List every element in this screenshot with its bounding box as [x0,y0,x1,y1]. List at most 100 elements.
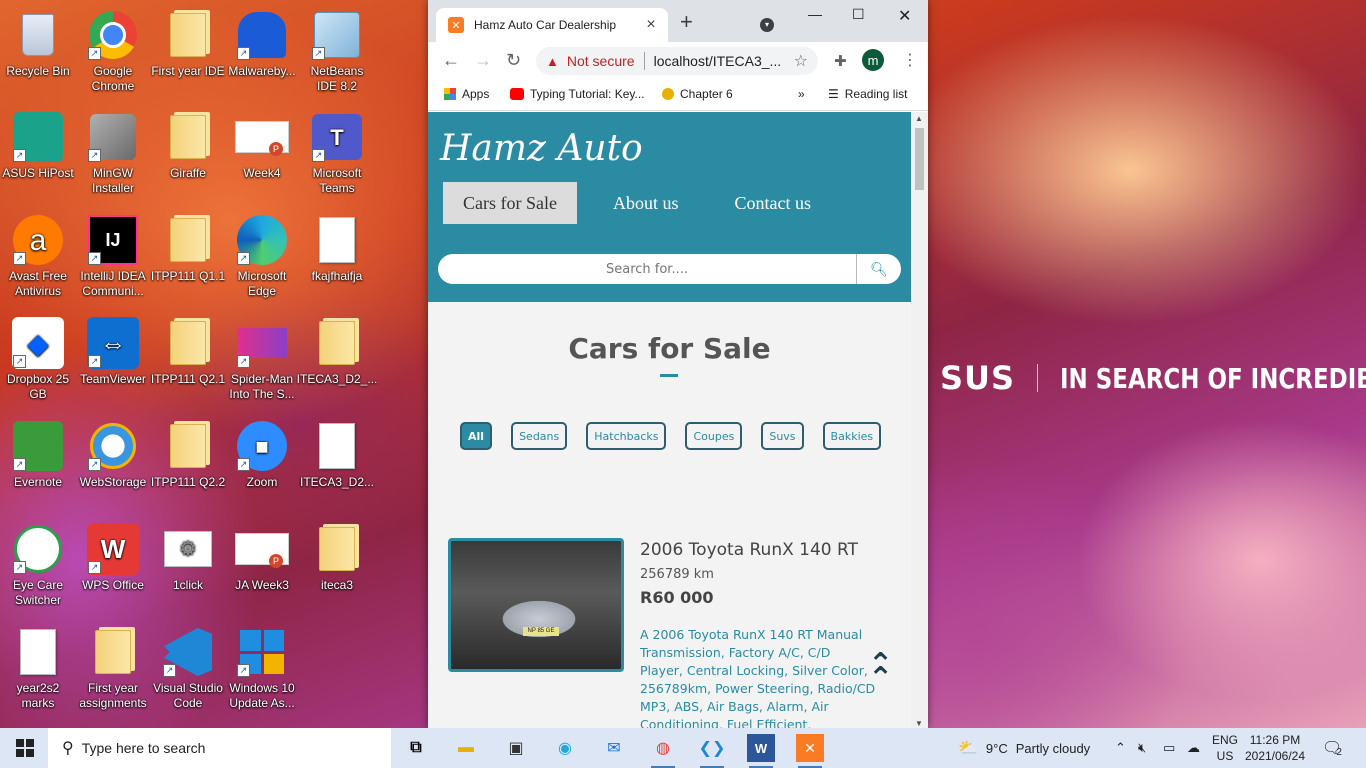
folder-icon [161,316,215,370]
desktop-icon-label: ITPP111 Q2.1 [150,372,226,386]
desktop-icon-iteca3-d2-folder[interactable]: ITECA3_D2_... [297,316,377,387]
desktop-icon-1click[interactable]: ⚙ 1click [150,522,226,593]
address-bar[interactable]: ▲ Not secure localhost/ITECA3_... ☆ [536,47,818,75]
windows-start-icon[interactable] [16,739,34,757]
desktop-icon-webstorage[interactable]: ↗ WebStorage [75,419,151,490]
browser-menu-icon[interactable]: ⋮ [902,50,918,70]
desktop-icon-wps-office[interactable]: W ↗ WPS Office [75,522,151,593]
nav-cars-for-sale[interactable]: Cars for Sale [443,182,577,224]
scroll-down-arrow-icon[interactable]: ▼ [915,719,923,728]
notification-center[interactable]: 🗨 2 [1322,728,1342,768]
xampp-icon[interactable]: ✕ [796,734,824,768]
partly-cloudy-icon: ⛅ [958,740,978,757]
car-title[interactable]: 2006 Toyota RunX 140 RT [640,540,858,560]
desktop-icon-malwarebytes[interactable]: ↗ Malwareby... [224,8,300,79]
desktop-icon-first-year-assignments[interactable]: First year assignments [75,625,151,711]
filter-suvs[interactable]: Suvs [761,422,804,450]
desktop-icon-vscode[interactable]: ↗ Visual Studio Code [150,625,226,711]
filter-all[interactable]: All [460,422,493,450]
desktop-icon-iteca3-d2-doc[interactable]: ITECA3_D2... [299,419,375,490]
desktop-icon-google-chrome[interactable]: ↗ Google Chrome [75,8,151,94]
desktop-icon-fkajfhaifja[interactable]: fkajfhaifja [299,213,375,284]
desktop-icon-asus-hipost[interactable]: ↗ ASUS HiPost [0,110,76,181]
reload-icon[interactable]: ↻ [506,50,521,71]
nav-contact-us[interactable]: Contact us [715,182,832,224]
weather-widget[interactable]: ⛅ 9°C Partly cloudy [958,728,1090,768]
desktop-icon-netbeans[interactable]: ↗ NetBeans IDE 8.2 [299,8,375,94]
desktop-icon-microsoft-teams[interactable]: T ↗ Microsoft Teams [299,110,375,196]
filter-sedans[interactable]: Sedans [511,422,568,450]
recycle-bin-icon [11,8,65,62]
tab-search-icon[interactable]: ▾ [760,18,774,32]
desktop-icon-iteca3[interactable]: iteca3 [299,522,375,593]
bookmark-typing-tutorial[interactable]: Typing Tutorial: Key... [510,87,645,101]
vscode-taskbar-icon[interactable]: ❮❯ [698,734,726,768]
clock[interactable]: 11:26 PM 2021/06/24 [1245,728,1305,768]
scrollbar-thumb[interactable] [915,128,924,190]
task-view-icon[interactable]: ⧉ [402,734,430,762]
mail-icon[interactable]: ✉ [600,734,628,762]
page-scrollbar[interactable]: ▲ ▼ [911,112,928,728]
close-window-icon[interactable]: ✕ [898,6,911,26]
url-text[interactable]: localhost/ITECA3_... [654,53,794,69]
microsoft-store-icon[interactable]: ▣ [502,734,530,762]
desktop-icon-zoom[interactable]: ■ ↗ Zoom [224,419,300,490]
forward-icon[interactable]: → [474,50,492,71]
filter-hatchbacks[interactable]: Hatchbacks [586,422,667,450]
desktop-icon-evernote[interactable]: ↗ Evernote [0,419,76,490]
desktop-icon-spider-man[interactable]: ↗ Spider-Man Into The S... [224,316,300,402]
show-hidden-icons-chevron-icon[interactable]: ⌃ [1115,728,1126,768]
filter-coupes[interactable]: Coupes [685,422,743,450]
extensions-puzzle-icon[interactable]: ✚ [834,52,847,70]
car-photo[interactable]: NP 85 GE [448,538,624,672]
back-icon[interactable]: ← [442,50,460,71]
desktop-icon-week4[interactable]: P Week4 [224,110,300,181]
cloud-icon[interactable]: ☁ [1187,728,1200,768]
desktop-icon-dropbox[interactable]: ◆ ↗ Dropbox 25 GB [0,316,76,402]
new-tab-icon[interactable]: + [680,11,693,33]
word-icon[interactable]: W [747,734,775,768]
desktop-icon-itpp111-q21[interactable]: ITPP111 Q2.1 [150,316,226,387]
minimize-icon[interactable]: — [808,6,822,22]
desktop-icon-recycle-bin[interactable]: Recycle Bin [0,8,76,79]
filter-bakkies[interactable]: Bakkies [822,422,882,450]
file-explorer-icon[interactable]: ▬ [452,734,480,762]
volume-muted-icon[interactable]: 🔇︎ [1138,728,1146,768]
not-secure-label[interactable]: Not secure [567,53,635,69]
taskbar-search[interactable]: ⚲ Type here to search [48,728,391,768]
edge-taskbar-icon[interactable]: ◉ [551,734,579,762]
desktop-icon-microsoft-edge[interactable]: ↗ Microsoft Edge [224,213,300,299]
nav-about-us[interactable]: About us [593,182,699,224]
desktop-icon-windows-update[interactable]: ↗ Windows 10 Update As... [224,625,300,711]
desktop-icon-itpp111-q22[interactable]: ITPP111 Q2.2 [150,419,226,490]
bookmark-label: Apps [462,87,490,101]
desktop-icon-year2s2-marks[interactable]: year2s2 marks [0,625,76,711]
browser-tab[interactable]: ✕ Hamz Auto Car Dealership × [436,8,668,42]
desktop-icon-ja-week3[interactable]: P JA Week3 [224,522,300,593]
bookmarks-overflow-icon[interactable]: » [798,87,805,101]
bookmark-star-icon[interactable]: ☆ [794,51,808,71]
scroll-up-arrow-icon[interactable]: ▲ [915,114,923,123]
desktop-icon-mingw[interactable]: ↗ MinGW Installer [75,110,151,196]
bookmark-apps[interactable]: Apps [444,87,489,101]
desktop-icon-intellij[interactable]: IJ ↗ IntelliJ IDEA Communi... [75,213,151,299]
site-search-input[interactable] [438,254,856,284]
chrome-taskbar-icon[interactable]: ◍ [649,734,677,768]
desktop-icon-itpp111-q11[interactable]: ITPP111 Q1.1 [150,213,226,284]
battery-icon[interactable]: ▭ [1163,728,1175,768]
document-icon [11,625,65,679]
close-tab-icon[interactable]: × [642,16,660,34]
reading-list-button[interactable]: ☰ Reading list [828,87,907,101]
desktop-icon-giraffe[interactable]: Giraffe [150,110,226,181]
bookmark-chapter-6[interactable]: Chapter 6 [662,87,733,101]
scroll-to-top-icon[interactable]: ⌃ ⌃ [868,650,893,694]
site-logo[interactable]: Hamz Auto [440,128,643,169]
site-search-button[interactable]: 🔍︎ [856,254,901,284]
maximize-icon[interactable]: ☐ [852,6,865,23]
desktop-icon-avast[interactable]: a ↗ Avast Free Antivirus [0,213,76,299]
profile-avatar[interactable]: m [862,49,884,71]
desktop-icon-teamviewer[interactable]: ⇔ ↗ TeamViewer [75,316,151,387]
desktop-icon-eye-care[interactable]: ↗ Eye Care Switcher [0,522,76,608]
language-indicator[interactable]: ENG US [1212,728,1238,768]
desktop-icon-first-year-ide[interactable]: First year IDE [150,8,226,79]
